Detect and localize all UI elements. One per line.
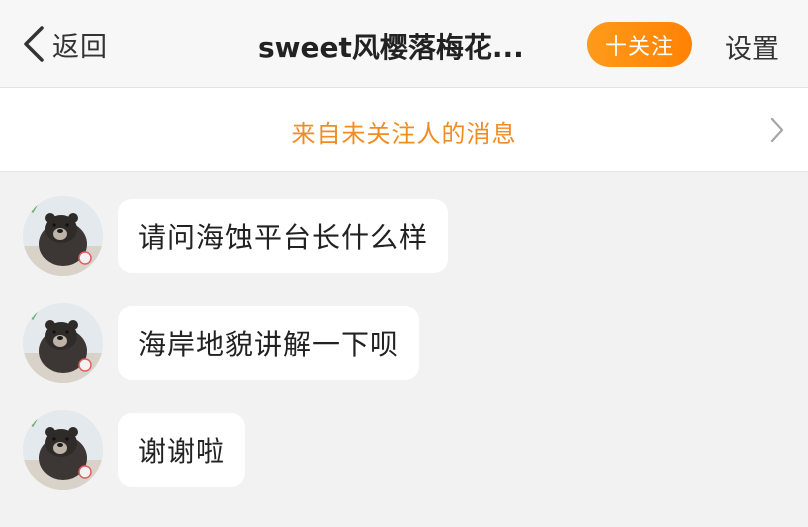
chevron-right-icon <box>770 117 784 143</box>
message-bubble[interactable]: 谢谢啦 <box>118 413 246 487</box>
follow-button[interactable]: 十关注 <box>587 22 692 67</box>
bear-avatar[interactable] <box>23 303 103 383</box>
back-button[interactable]: 返回 <box>20 22 108 66</box>
bear-avatar[interactable] <box>23 410 103 490</box>
navbar: 返回 sweet风樱落梅花... 十关注 设置 <box>0 0 808 88</box>
chevron-left-icon <box>24 26 44 62</box>
bear-avatar[interactable] <box>23 196 103 276</box>
back-label: 返回 <box>52 31 108 63</box>
settings-button[interactable]: 设置 <box>725 27 779 66</box>
message-row: 请问海蚀平台长什么样 <box>0 196 808 276</box>
conversation-title: sweet风樱落梅花... <box>258 31 524 64</box>
message-row: 海岸地貌讲解一下呗 <box>0 303 808 383</box>
message-row: 谢谢啦 <box>0 410 808 490</box>
message-bubble[interactable]: 海岸地貌讲解一下呗 <box>118 306 420 380</box>
unfollowed-messages-label: 来自未关注人的消息 <box>291 120 517 148</box>
unfollowed-messages-banner[interactable]: 来自未关注人的消息 <box>0 88 808 172</box>
message-bubble[interactable]: 请问海蚀平台长什么样 <box>118 199 449 273</box>
